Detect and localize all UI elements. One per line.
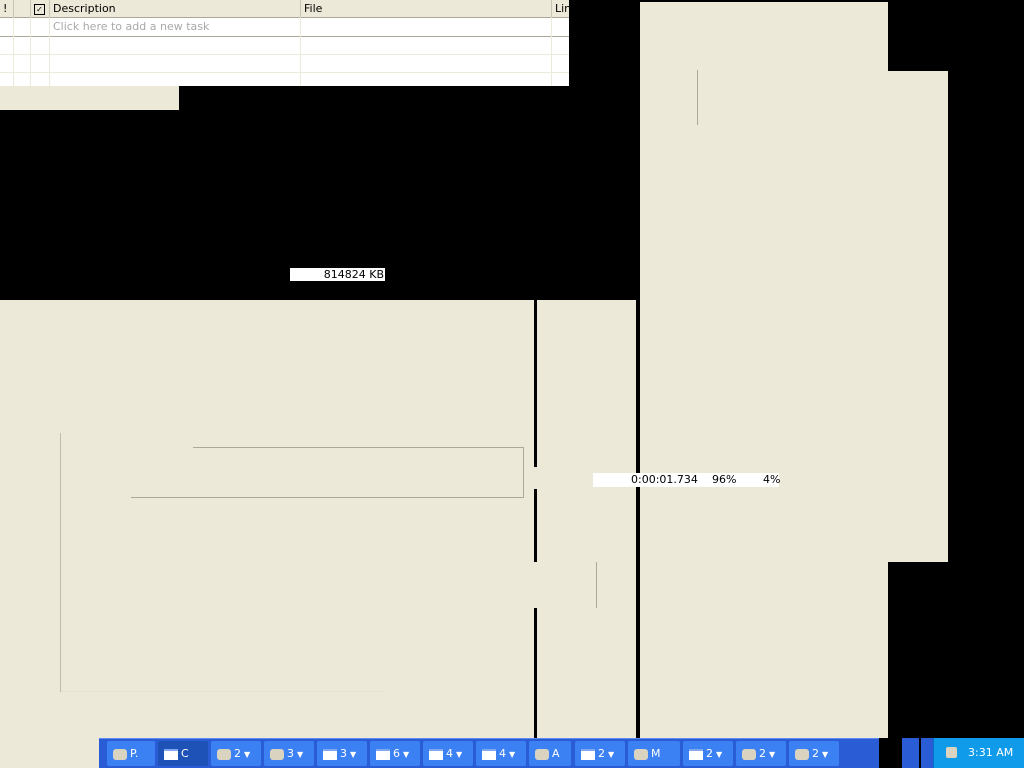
tray-app-icon[interactable] [946, 747, 957, 758]
new-task-row[interactable]: Click here to add a new task [0, 17, 569, 37]
network-icon [795, 748, 809, 760]
chevron-down-icon: ▼ [509, 750, 516, 759]
column-divider [49, 17, 50, 86]
group-box [60, 433, 61, 692]
window-icon [581, 748, 595, 760]
window-icon [429, 748, 443, 760]
chevron-down-icon: ▼ [608, 750, 615, 759]
computer-icon [742, 748, 756, 760]
column-divider [30, 17, 31, 86]
taskbar-group-button[interactable]: 6 ▼ [370, 741, 420, 766]
chevron-down-icon: ▼ [456, 750, 463, 759]
table-row[interactable] [0, 73, 569, 85]
clock[interactable]: 3:31 AM [968, 738, 1013, 768]
group-box [193, 447, 524, 448]
window-icon [376, 748, 390, 760]
taskbar-group-button[interactable]: 3 ▼ [264, 741, 314, 766]
window-icon [482, 748, 496, 760]
divider [697, 70, 698, 125]
percent-a: 96% [712, 473, 737, 486]
window-fragment [640, 2, 888, 738]
new-task-placeholder[interactable]: Click here to add a new task [53, 20, 209, 33]
file-column-header[interactable]: File [301, 0, 552, 17]
taskbar-button[interactable]: C [158, 741, 208, 766]
window-fragment [0, 300, 534, 768]
elapsed-time: 0:00:01.734 [631, 473, 698, 486]
window-icon [164, 748, 178, 760]
checkbox-icon: ✓ [34, 4, 45, 15]
group-box [523, 447, 524, 498]
chevron-down-icon: ▼ [716, 750, 723, 759]
task-list: ! ✓ Description File Lin Click here to a… [0, 0, 569, 86]
chevron-down-icon: ▼ [403, 750, 410, 759]
task-list-header: ! ✓ Description File Lin [0, 0, 569, 18]
taskbar-button[interactable]: A [529, 741, 571, 766]
pen-icon [535, 748, 549, 760]
paint-icon [217, 748, 231, 760]
type-column-header[interactable] [14, 0, 31, 17]
chevron-down-icon: ▼ [297, 750, 304, 759]
taskbar-group-button[interactable]: 2 ▼ [575, 741, 625, 766]
column-divider [300, 17, 301, 86]
chevron-down-icon: ▼ [350, 750, 357, 759]
priority-column-header[interactable]: ! [0, 0, 14, 17]
window-icon [689, 748, 703, 760]
memory-readout: 814824 KB [290, 268, 385, 281]
system-tray: 3:31 AM [933, 738, 1024, 768]
app-icon [113, 748, 127, 760]
chevron-down-icon: ▼ [244, 750, 251, 759]
taskbar-group-button[interactable]: 2 ▼ [211, 741, 261, 766]
completed-column-header[interactable]: ✓ [31, 0, 50, 17]
description-column-header[interactable]: Description [50, 0, 301, 17]
window-fragment [537, 300, 636, 768]
taskbar-group-button[interactable]: 4 ▼ [423, 741, 473, 766]
taskbar-group-button[interactable]: 4 ▼ [476, 741, 526, 766]
window-fragment [532, 467, 537, 489]
taskbar-group-button[interactable]: 2 ▼ [736, 741, 786, 766]
taskbar-group-button[interactable]: 3 ▼ [317, 741, 367, 766]
column-divider [13, 17, 14, 86]
divider [596, 562, 597, 608]
taskbar-fragment [902, 738, 919, 768]
timing-row: 0:00:01.734 96% 4% [593, 473, 781, 487]
chevron-down-icon: ▼ [822, 750, 829, 759]
taskbar: P. C 2 ▼ 3 ▼ 3 ▼ 6 ▼ 4 ▼ 4 ▼ A 2 ▼ M 2 ▼ 2 ▼ 2 ▼ [99, 738, 879, 768]
window-fragment [0, 86, 179, 110]
group-box [61, 691, 385, 692]
table-row[interactable] [0, 37, 569, 55]
group-box [131, 497, 524, 498]
monitor-icon [634, 748, 648, 760]
tools-icon [270, 748, 284, 760]
chevron-down-icon: ▼ [769, 750, 776, 759]
line-column-header[interactable]: Lin [552, 0, 569, 17]
taskbar-group-button[interactable]: 2 ▼ [683, 741, 733, 766]
window-fragment [533, 562, 601, 608]
window-icon [323, 748, 337, 760]
taskbar-group-button[interactable]: 2 ▼ [789, 741, 839, 766]
window-fragment [888, 71, 948, 562]
taskbar-button[interactable]: M [628, 741, 680, 766]
table-row[interactable] [0, 55, 569, 73]
taskbar-button[interactable]: P. [107, 741, 155, 766]
percent-b: 4% [763, 473, 781, 486]
column-divider [551, 17, 552, 86]
taskbar-fragment [921, 738, 933, 768]
